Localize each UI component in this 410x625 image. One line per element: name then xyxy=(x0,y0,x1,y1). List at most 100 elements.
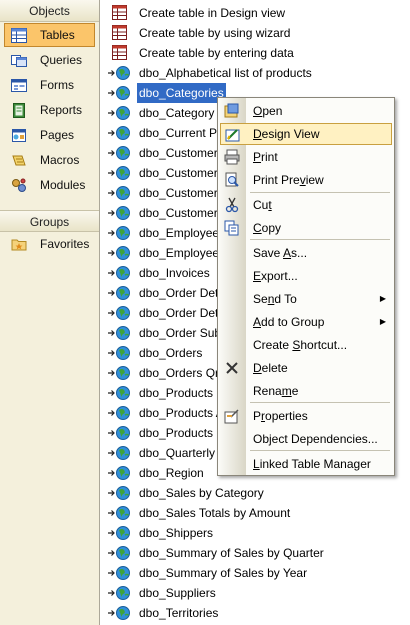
object-label: Tables xyxy=(40,28,75,42)
new-table-icon xyxy=(112,45,127,60)
linked-table-globe-icon xyxy=(108,166,130,180)
table-name: dbo_Category xyxy=(139,106,215,120)
group-favorites[interactable]: Favorites xyxy=(0,232,99,257)
table-name: dbo_Quarterly xyxy=(139,446,216,460)
menu-separator xyxy=(250,192,390,193)
menu-item-label: Rename xyxy=(253,384,299,398)
linked-table-globe-icon xyxy=(108,606,130,620)
object-label: Modules xyxy=(40,178,86,192)
linked-table-globe-icon xyxy=(108,486,130,500)
menu-item-properties[interactable]: Properties xyxy=(220,405,392,427)
table-name: dbo_Sales by Category xyxy=(139,486,264,500)
copy-icon xyxy=(224,220,239,236)
linked-table-globe-icon xyxy=(108,526,130,540)
linked-table-globe-icon xyxy=(108,126,130,140)
table-name: dbo_Employee xyxy=(139,226,220,240)
menu-item-save-as[interactable]: Save As... xyxy=(220,242,392,264)
menu-item-label: Object Dependencies... xyxy=(253,432,378,446)
menu-item-object-dependencies[interactable]: Object Dependencies... xyxy=(220,428,392,450)
menu-item-label: Open xyxy=(253,104,283,118)
open-icon xyxy=(224,103,239,118)
menu-item-linked-table-manager[interactable]: Linked Table Manager xyxy=(220,453,392,475)
object-macros[interactable]: Macros xyxy=(0,148,99,173)
groups-header[interactable]: Groups xyxy=(0,210,99,232)
object-label: Queries xyxy=(40,53,83,67)
menu-item-print[interactable]: Print xyxy=(220,146,392,168)
table-name: dbo_Summary of Sales by Quarter xyxy=(139,546,324,560)
menu-item-open[interactable]: Open xyxy=(220,100,392,122)
queries-icon xyxy=(11,55,27,67)
table-name: dbo_Region xyxy=(139,466,204,480)
menu-item-label: Print xyxy=(253,150,278,164)
table-name: dbo_Territories xyxy=(139,606,219,620)
design-view-icon xyxy=(225,129,240,142)
menu-item-label: Print Preview xyxy=(253,173,324,187)
menu-item-copy[interactable]: Copy xyxy=(220,217,392,239)
linked-table-globe-icon xyxy=(108,286,130,300)
menu-separator xyxy=(250,239,390,240)
menu-item-design-view[interactable]: Design View xyxy=(220,123,392,145)
table-name: dbo_Orders xyxy=(139,346,203,360)
menu-item-print-preview[interactable]: Print Preview xyxy=(220,169,392,191)
linked-table-globe-icon xyxy=(108,106,130,120)
modules-icon xyxy=(12,178,26,192)
submenu-arrow-icon: ▶ xyxy=(379,317,386,326)
shortcut-label: Create table in Design view xyxy=(139,6,286,20)
linked-table-globe-icon xyxy=(108,346,130,360)
reports-icon xyxy=(13,103,25,118)
new-table-icon xyxy=(112,5,127,20)
linked-table-globe-icon xyxy=(108,326,130,340)
linked-table-globe-icon xyxy=(108,426,130,440)
object-label: Reports xyxy=(40,103,83,117)
table-name: dbo_Customer xyxy=(139,206,218,220)
menu-item-label: Add to Group xyxy=(253,315,325,329)
menu-item-label: Send To xyxy=(253,292,297,306)
shortcut-label: Create table by entering data xyxy=(139,46,294,60)
menu-item-label: Cut xyxy=(253,198,272,212)
table-name: dbo_Orders Qr xyxy=(139,366,220,380)
objects-header[interactable]: Objects xyxy=(0,0,99,22)
menu-item-label: Properties xyxy=(253,409,308,423)
table-name: dbo_Employee xyxy=(139,246,220,260)
linked-table-globe-icon xyxy=(108,586,130,600)
table-name: dbo_Sales Totals by Amount xyxy=(139,506,291,520)
object-queries[interactable]: Queries xyxy=(0,48,99,73)
object-pages[interactable]: Pages xyxy=(0,123,99,148)
menu-item-export[interactable]: Export... xyxy=(220,265,392,287)
table-name: dbo_Products xyxy=(139,386,214,400)
linked-table-globe-icon xyxy=(108,226,130,240)
object-tables[interactable]: Tables xyxy=(4,23,95,47)
new-table-icon xyxy=(112,25,127,40)
linked-table-globe-icon xyxy=(108,566,130,580)
object-reports[interactable]: Reports xyxy=(0,98,99,123)
linked-table-globe-icon xyxy=(108,86,130,100)
table-name: dbo_Current Pr xyxy=(139,126,222,140)
menu-item-label: Create Shortcut... xyxy=(253,338,348,352)
table-name: dbo_Order Det xyxy=(139,286,219,300)
forms-icon xyxy=(11,79,27,92)
shortcut-label: Create table by using wizard xyxy=(139,26,291,40)
linked-table-globe-icon xyxy=(108,446,130,460)
menu-item-send-to[interactable]: Send To ▶ xyxy=(220,288,392,310)
object-label: Pages xyxy=(40,128,75,142)
menu-item-label: Save As... xyxy=(253,246,308,260)
linked-table-globe-icon xyxy=(108,266,130,280)
menu-item-label: Design View xyxy=(253,127,320,141)
linked-table-globe-icon xyxy=(108,146,130,160)
print-preview-icon xyxy=(225,172,239,187)
favorites-folder-icon xyxy=(11,239,27,251)
menu-item-create-shortcut[interactable]: Create Shortcut... xyxy=(220,334,392,356)
object-modules[interactable]: Modules xyxy=(0,173,99,198)
object-forms[interactable]: Forms xyxy=(0,73,99,98)
linked-table-globe-icon xyxy=(108,386,130,400)
linked-table-globe-icon xyxy=(108,546,130,560)
pages-icon xyxy=(12,129,26,142)
menu-item-add-to-group[interactable]: Add to Group ▶ xyxy=(220,311,392,333)
group-label: Favorites xyxy=(40,237,90,251)
context-menu: Open Design View Print Print Preview Cut Copy… xyxy=(217,97,395,476)
menu-item-rename[interactable]: Rename xyxy=(220,380,392,402)
linked-table-globe-icon xyxy=(108,206,130,220)
menu-item-delete[interactable]: Delete xyxy=(220,357,392,379)
menu-item-cut[interactable]: Cut xyxy=(220,194,392,216)
linked-table-globe-icon xyxy=(108,466,130,480)
